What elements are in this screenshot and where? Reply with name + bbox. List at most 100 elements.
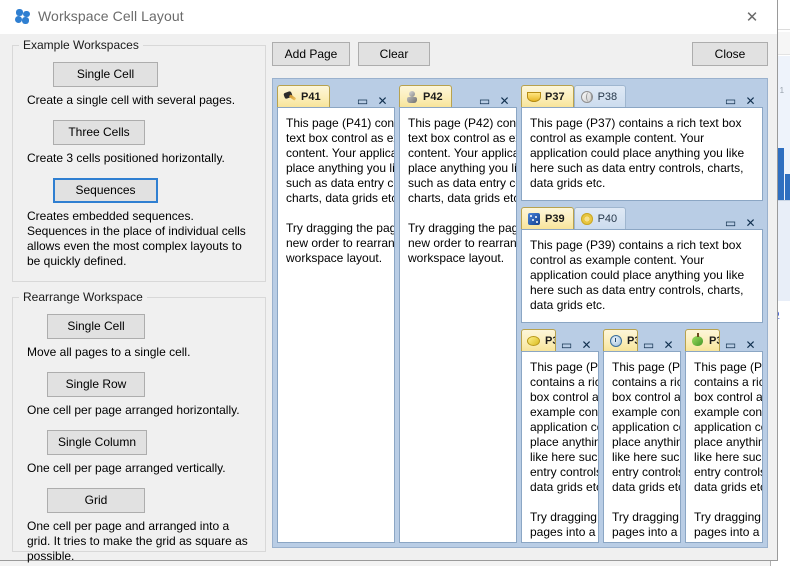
tab-p40[interactable]: P40 — [573, 207, 627, 229]
page-p34[interactable]: This page (P34) contains a rich text box… — [521, 351, 599, 543]
dialog-title: Workspace Cell Layout — [38, 8, 184, 24]
close-icon[interactable]: ✕ — [376, 94, 389, 107]
tabstrip-p34: P3 ▭ ✕ — [521, 327, 599, 351]
tab-p36[interactable]: P3 — [685, 329, 720, 351]
page-p35[interactable]: This page (P35) contains a rich text box… — [603, 351, 681, 543]
restore-icon[interactable]: ▭ — [560, 338, 573, 351]
page-p39[interactable]: This page (P39) contains a rich text box… — [521, 229, 763, 323]
pawn-icon — [405, 90, 419, 104]
dialog-title-bar[interactable]: Workspace Cell Layout ✕ — [0, 0, 777, 35]
close-icon[interactable]: ✕ — [735, 4, 769, 30]
tab-p39[interactable]: P39 — [521, 207, 574, 229]
puzzle-icon — [14, 8, 32, 26]
desktop-background: r 0 1 Q Workspace Cell Layout ✕ — [0, 0, 790, 566]
workspace-toolbar: Add Page Clear Close — [272, 38, 768, 70]
rearrange-single-row-description: One cell per page arranged horizontally. — [27, 403, 240, 417]
cell-p42: P42 ▭ ✕ This page (P42) contains a rich … — [399, 83, 517, 543]
tab-buttons-p36: ▭ ✕ — [720, 338, 763, 351]
rearrange-single-column-button[interactable]: Single Column — [47, 430, 147, 455]
rearrange-grid-description: One cell per page and arranged into a gr… — [27, 519, 248, 563]
background-chart-bar — [785, 174, 790, 200]
tab-label: P42 — [423, 90, 443, 103]
left-options-column: Example Workspaces Single Cell Create a … — [12, 38, 266, 563]
tab-buttons-p34: ▭ ✕ — [556, 338, 599, 351]
tab-label: P3 — [545, 334, 555, 347]
banana-icon — [527, 90, 541, 104]
restore-icon[interactable]: ▭ — [724, 338, 737, 351]
tab-buttons-p41: ▭ ✕ — [352, 94, 395, 107]
example-three-cells-button[interactable]: Three Cells — [53, 120, 145, 145]
tabstrip-p39: P39 P40 ▭ ✕ — [521, 205, 763, 229]
tab-buttons-p42: ▭ ✕ — [474, 94, 517, 107]
rearrange-single-cell-button[interactable]: Single Cell — [47, 314, 145, 339]
tab-label: P39 — [545, 212, 565, 225]
flower-icon — [580, 212, 594, 226]
example-sequences-button[interactable]: Sequences — [53, 178, 158, 203]
restore-icon[interactable]: ▭ — [356, 94, 369, 107]
page-text: This page (P36) contains a rich text box… — [694, 360, 763, 542]
restore-icon[interactable]: ▭ — [478, 94, 491, 107]
cell-p36: P3 ▭ ✕ This page (P36) contains a rich t… — [685, 327, 763, 543]
cell-p37: P37 P38 ▭ ✕ This page (P37) contains a r… — [521, 83, 763, 201]
page-text: This page (P34) contains a rich text box… — [530, 360, 599, 542]
page-p37[interactable]: This page (P37) contains a rich text box… — [521, 107, 763, 201]
right-workspace-column: Add Page Clear Close P41 ▭ ✕ This page (… — [272, 38, 768, 550]
clock-icon — [609, 334, 623, 348]
tabstrip-p41: P41 ▭ ✕ — [277, 83, 395, 107]
rearrange-workspace-legend: Rearrange Workspace — [23, 290, 143, 304]
tab-label: P41 — [301, 90, 321, 103]
rearrange-workspace-group: Rearrange Workspace Single Cell Move all… — [12, 290, 266, 563]
tab-label: P38 — [597, 90, 618, 103]
tab-p34[interactable]: P3 — [521, 329, 556, 351]
close-button[interactable]: Close — [692, 42, 768, 66]
tab-p41[interactable]: P41 — [277, 85, 330, 107]
rearrange-single-cell-description: Move all pages to a single cell. — [27, 345, 191, 359]
example-three-cells-description: Create 3 cells positioned horizontally. — [27, 151, 225, 165]
clear-button[interactable]: Clear — [358, 42, 430, 66]
page-p36[interactable]: This page (P36) contains a rich text box… — [685, 351, 763, 543]
restore-icon[interactable]: ▭ — [642, 338, 655, 351]
page-p42[interactable]: This page (P42) contains a rich text box… — [399, 107, 517, 543]
nested-horizontal-sequence: P3 ▭ ✕ This page (P34) contains a rich t… — [521, 327, 763, 543]
rearrange-single-row-button[interactable]: Single Row — [47, 372, 145, 397]
cell-p41: P41 ▭ ✕ This page (P41) contains a rich … — [277, 83, 395, 543]
close-icon[interactable]: ✕ — [744, 338, 757, 351]
rearrange-single-column-description: One cell per page arranged vertically. — [27, 461, 226, 475]
tab-label: P3 — [709, 334, 719, 347]
close-icon[interactable]: ✕ — [662, 338, 675, 351]
cell-p35: P3 ▭ ✕ This page (P35) contains a rich t… — [603, 327, 681, 543]
tabstrip-p42: P42 ▭ ✕ — [399, 83, 517, 107]
page-p41[interactable]: This page (P41) contains a rich text box… — [277, 107, 395, 543]
add-page-button[interactable]: Add Page — [272, 42, 350, 66]
workspace-area: P41 ▭ ✕ This page (P41) contains a rich … — [272, 78, 768, 548]
page-text: This page (P42) contains a rich text box… — [408, 116, 517, 265]
dice-icon — [527, 212, 541, 226]
close-icon[interactable]: ✕ — [744, 216, 757, 229]
hammer-icon — [283, 90, 297, 104]
page-text: This page (P37) contains a rich text box… — [530, 116, 748, 190]
tabstrip-p35: P3 ▭ ✕ — [603, 327, 681, 351]
tab-label: P37 — [545, 90, 565, 103]
example-workspaces-legend: Example Workspaces — [23, 38, 139, 52]
baseball-icon — [580, 90, 594, 104]
page-text: This page (P39) contains a rich text box… — [530, 238, 748, 312]
restore-icon[interactable]: ▭ — [724, 216, 737, 229]
restore-icon[interactable]: ▭ — [724, 94, 737, 107]
tab-p42[interactable]: P42 — [399, 85, 452, 107]
close-icon[interactable]: ✕ — [744, 94, 757, 107]
page-text: This page (P35) contains a rich text box… — [612, 360, 681, 542]
workspace-root-splitter: P41 ▭ ✕ This page (P41) contains a rich … — [277, 83, 763, 543]
tab-p35[interactable]: P3 — [603, 329, 638, 351]
tab-buttons-p39: ▭ ✕ — [720, 216, 763, 229]
close-icon[interactable]: ✕ — [580, 338, 593, 351]
rearrange-grid-button[interactable]: Grid — [47, 488, 145, 513]
close-icon[interactable]: ✕ — [498, 94, 511, 107]
example-single-cell-description: Create a single cell with several pages. — [27, 93, 236, 107]
cell-p34: P3 ▭ ✕ This page (P34) contains a rich t… — [521, 327, 599, 543]
tab-p38[interactable]: P38 — [573, 85, 627, 107]
page-text: This page (P41) contains a rich text box… — [286, 116, 395, 265]
apple-icon — [691, 332, 705, 348]
tab-p37[interactable]: P37 — [521, 85, 574, 107]
tab-buttons-p37: ▭ ✕ — [720, 94, 763, 107]
example-single-cell-button[interactable]: Single Cell — [53, 62, 158, 87]
